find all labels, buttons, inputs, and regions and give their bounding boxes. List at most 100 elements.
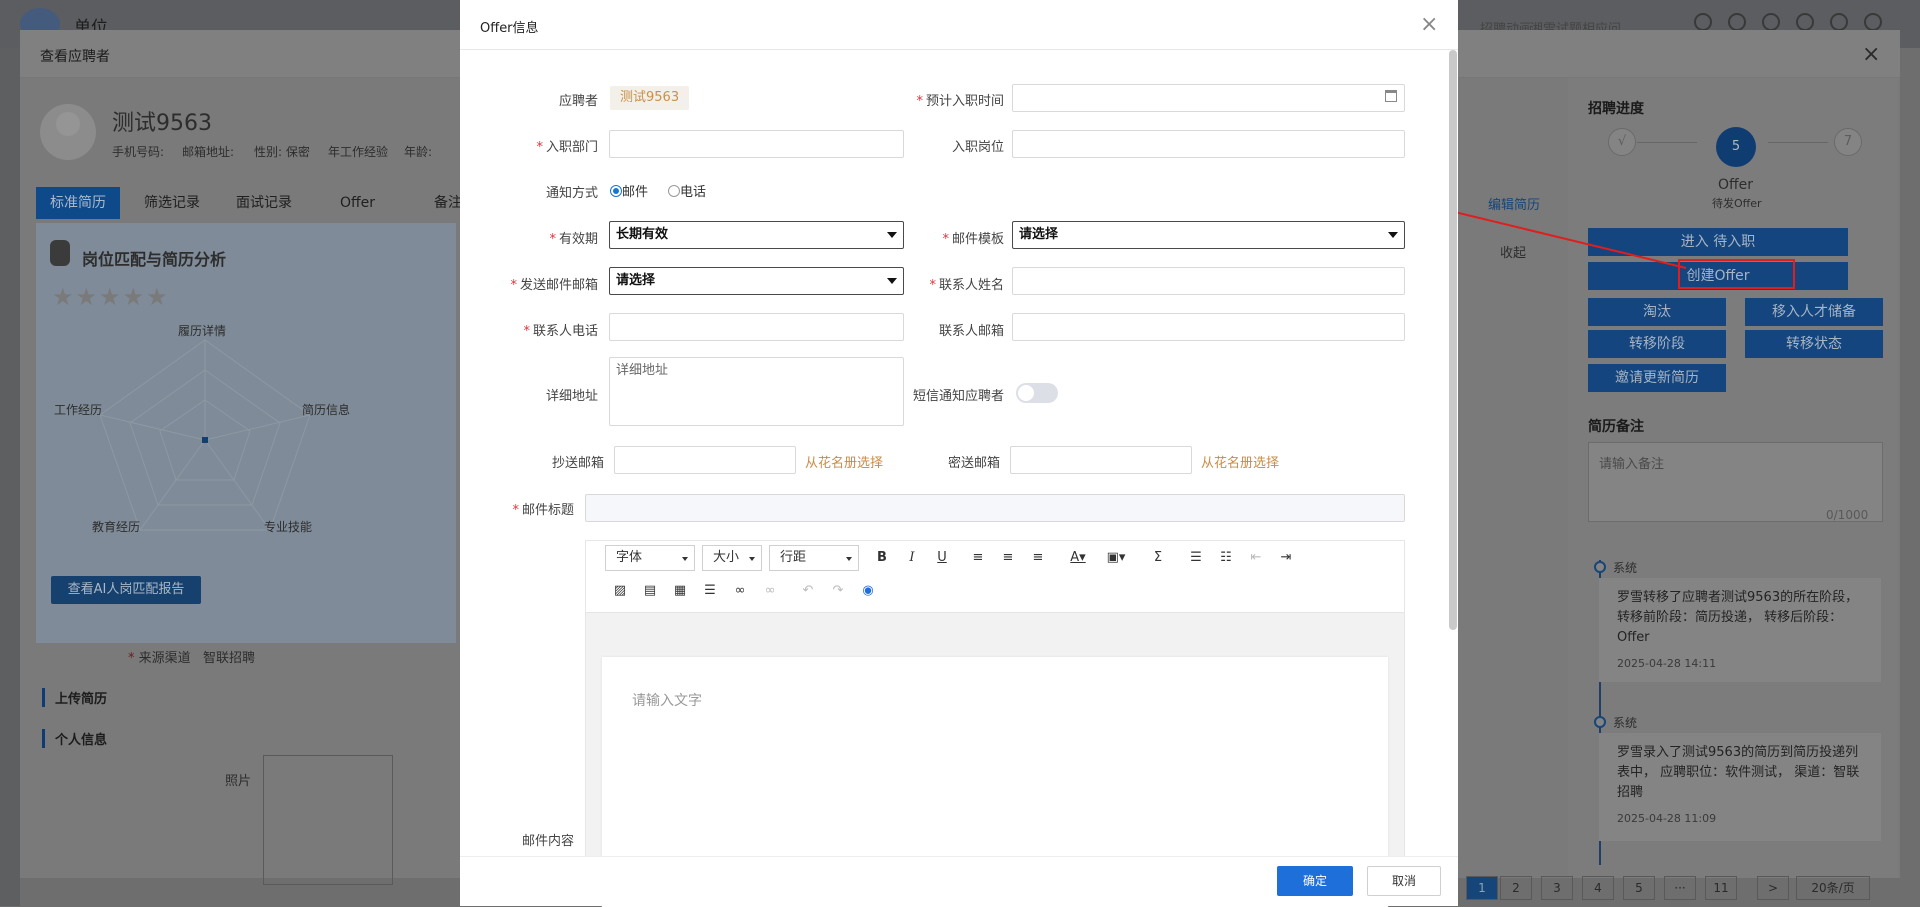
- line-spacing-select[interactable]: 行距: [769, 545, 859, 571]
- dept-input[interactable]: [609, 130, 904, 158]
- radar-label: 教育经历: [92, 520, 141, 534]
- tab-interview[interactable]: 面试记录: [222, 187, 306, 219]
- dialog-title: Offer信息: [480, 21, 539, 36]
- photo-label: 照片: [225, 774, 252, 789]
- log-time: 2025-04-28 11:09: [1617, 812, 1717, 825]
- align-right-icon[interactable]: ≡: [1028, 548, 1048, 568]
- radar-chart: [99, 339, 311, 531]
- cc-input[interactable]: [614, 446, 796, 474]
- radar-label: 履历详情: [178, 324, 227, 338]
- location-icon[interactable]: [1694, 13, 1712, 31]
- indent-icon[interactable]: ⇥: [1276, 548, 1296, 568]
- step-done: √: [1608, 128, 1636, 156]
- page-button[interactable]: 5: [1623, 876, 1655, 900]
- contact-email-label: 联系人邮箱: [938, 324, 1004, 339]
- log-text: 罗雪录入了测试9563的简历到简历投递列表中， 应聘职位：软件测试， 渠道：智联…: [1617, 745, 1860, 800]
- page-button[interactable]: 2: [1500, 876, 1532, 900]
- cancel-button[interactable]: 取消: [1367, 866, 1441, 896]
- radio-checked-icon[interactable]: [610, 185, 622, 197]
- sms-label: 短信通知应聘者: [912, 389, 1004, 404]
- eliminate-button[interactable]: 淘汰: [1588, 298, 1726, 326]
- radio-icon[interactable]: [668, 185, 680, 197]
- page-button[interactable]: 3: [1541, 876, 1573, 900]
- contact-name-input[interactable]: [1012, 267, 1405, 295]
- align-center-icon[interactable]: ≡: [998, 548, 1018, 568]
- file-icon[interactable]: ▤: [640, 581, 660, 601]
- redo-icon[interactable]: ↷: [828, 581, 848, 601]
- step-next: 7: [1834, 128, 1862, 156]
- undo-icon[interactable]: ↶: [798, 581, 818, 601]
- cc-roster-link[interactable]: 从花名册选择: [805, 452, 883, 471]
- dialog-close-icon[interactable]: ×: [1420, 12, 1438, 37]
- contact-phone-input[interactable]: [609, 313, 904, 341]
- post-input[interactable]: [1012, 130, 1405, 158]
- apps-icon[interactable]: [1728, 13, 1746, 31]
- valid-select[interactable]: 长期有效: [609, 221, 904, 249]
- font-select[interactable]: 字体: [605, 545, 695, 571]
- applicant-tag: 测试9563: [610, 86, 690, 110]
- calendar-icon[interactable]: [1385, 90, 1397, 102]
- bcc-roster-link[interactable]: 从花名册选择: [1201, 452, 1279, 471]
- entry-time-input[interactable]: [1012, 84, 1405, 112]
- tab-offer[interactable]: Offer: [326, 187, 389, 219]
- subject-input[interactable]: [585, 494, 1405, 522]
- move-stage-button[interactable]: 转移阶段: [1588, 330, 1726, 358]
- confirm-button[interactable]: 确定: [1277, 866, 1353, 896]
- candidate-age: 年龄:: [404, 145, 433, 159]
- unlink-icon[interactable]: ∞: [760, 581, 780, 601]
- tab-resume[interactable]: 标准简历: [36, 187, 120, 219]
- page-button[interactable]: 4: [1582, 876, 1614, 900]
- contact-email-input[interactable]: [1012, 313, 1405, 341]
- notify-label: 通知方式: [545, 186, 598, 201]
- search-icon[interactable]: [1762, 13, 1780, 31]
- move-state-button[interactable]: 转移状态: [1745, 330, 1883, 358]
- background-color-icon[interactable]: ▣▾: [1106, 548, 1126, 568]
- log-time: 2025-04-28 14:11: [1617, 657, 1717, 670]
- page-size-select[interactable]: 20条/页: [1796, 876, 1870, 900]
- underline-icon[interactable]: U: [932, 548, 952, 568]
- address-textarea[interactable]: 详细地址: [609, 357, 904, 426]
- preview-icon[interactable]: ◉: [858, 581, 878, 601]
- post-label: 入职岗位: [951, 140, 1004, 155]
- message-icon[interactable]: [1796, 13, 1814, 31]
- talent-pool-button[interactable]: 移入人才储备: [1745, 298, 1883, 326]
- ordered-list-icon[interactable]: ☰: [1186, 548, 1206, 568]
- rating-stars: ★★★★★: [52, 283, 170, 311]
- gear-icon[interactable]: [1864, 13, 1882, 31]
- page-button[interactable]: 11: [1705, 876, 1737, 900]
- page-ellipsis[interactable]: ···: [1664, 876, 1696, 900]
- size-select[interactable]: 大小: [702, 545, 762, 571]
- image-icon[interactable]: ▨: [610, 581, 630, 601]
- ai-report-button[interactable]: 查看AI人岗匹配报告: [51, 576, 201, 604]
- invite-update-button[interactable]: 邀请更新简历: [1588, 364, 1726, 392]
- tab-screening[interactable]: 筛选记录: [130, 187, 214, 219]
- sender-select[interactable]: 请选择: [609, 267, 904, 295]
- photo-box[interactable]: [263, 755, 393, 885]
- dialog-scrollbar[interactable]: [1449, 50, 1457, 630]
- panel-close-icon[interactable]: ×: [1862, 42, 1880, 67]
- next-page-button[interactable]: >: [1757, 876, 1789, 900]
- sms-toggle[interactable]: [1016, 383, 1058, 403]
- notify-phone-option[interactable]: 电话: [668, 181, 706, 200]
- chevron-down-icon: [1388, 232, 1398, 238]
- template-select[interactable]: 请选择: [1012, 221, 1405, 249]
- bcc-input[interactable]: [1010, 446, 1192, 474]
- divider-icon[interactable]: ☰: [700, 581, 720, 601]
- log-entry: 罗雪录入了测试9563的简历到简历投递列表中， 应聘职位：软件测试， 渠道：智联…: [1599, 733, 1881, 841]
- notify-email-option[interactable]: 邮件: [610, 181, 648, 200]
- unordered-list-icon[interactable]: ☷: [1216, 548, 1236, 568]
- radar-label: 工作经历: [54, 403, 103, 417]
- outdent-icon[interactable]: ⇤: [1246, 548, 1266, 568]
- italic-icon[interactable]: I: [902, 548, 922, 568]
- bold-icon[interactable]: B: [872, 548, 892, 568]
- align-left-icon[interactable]: ≡: [968, 548, 988, 568]
- font-color-icon[interactable]: A▾: [1068, 548, 1088, 568]
- table-icon[interactable]: ▦: [670, 581, 690, 601]
- radar-label: 简历信息: [302, 403, 351, 417]
- step-line: [1637, 142, 1697, 143]
- link-icon[interactable]: ∞: [730, 581, 750, 601]
- page-button[interactable]: 1: [1466, 876, 1498, 900]
- formula-icon[interactable]: Σ: [1148, 548, 1168, 568]
- help-icon[interactable]: [1830, 13, 1848, 31]
- candidate-phone: 手机号码:: [112, 145, 165, 159]
